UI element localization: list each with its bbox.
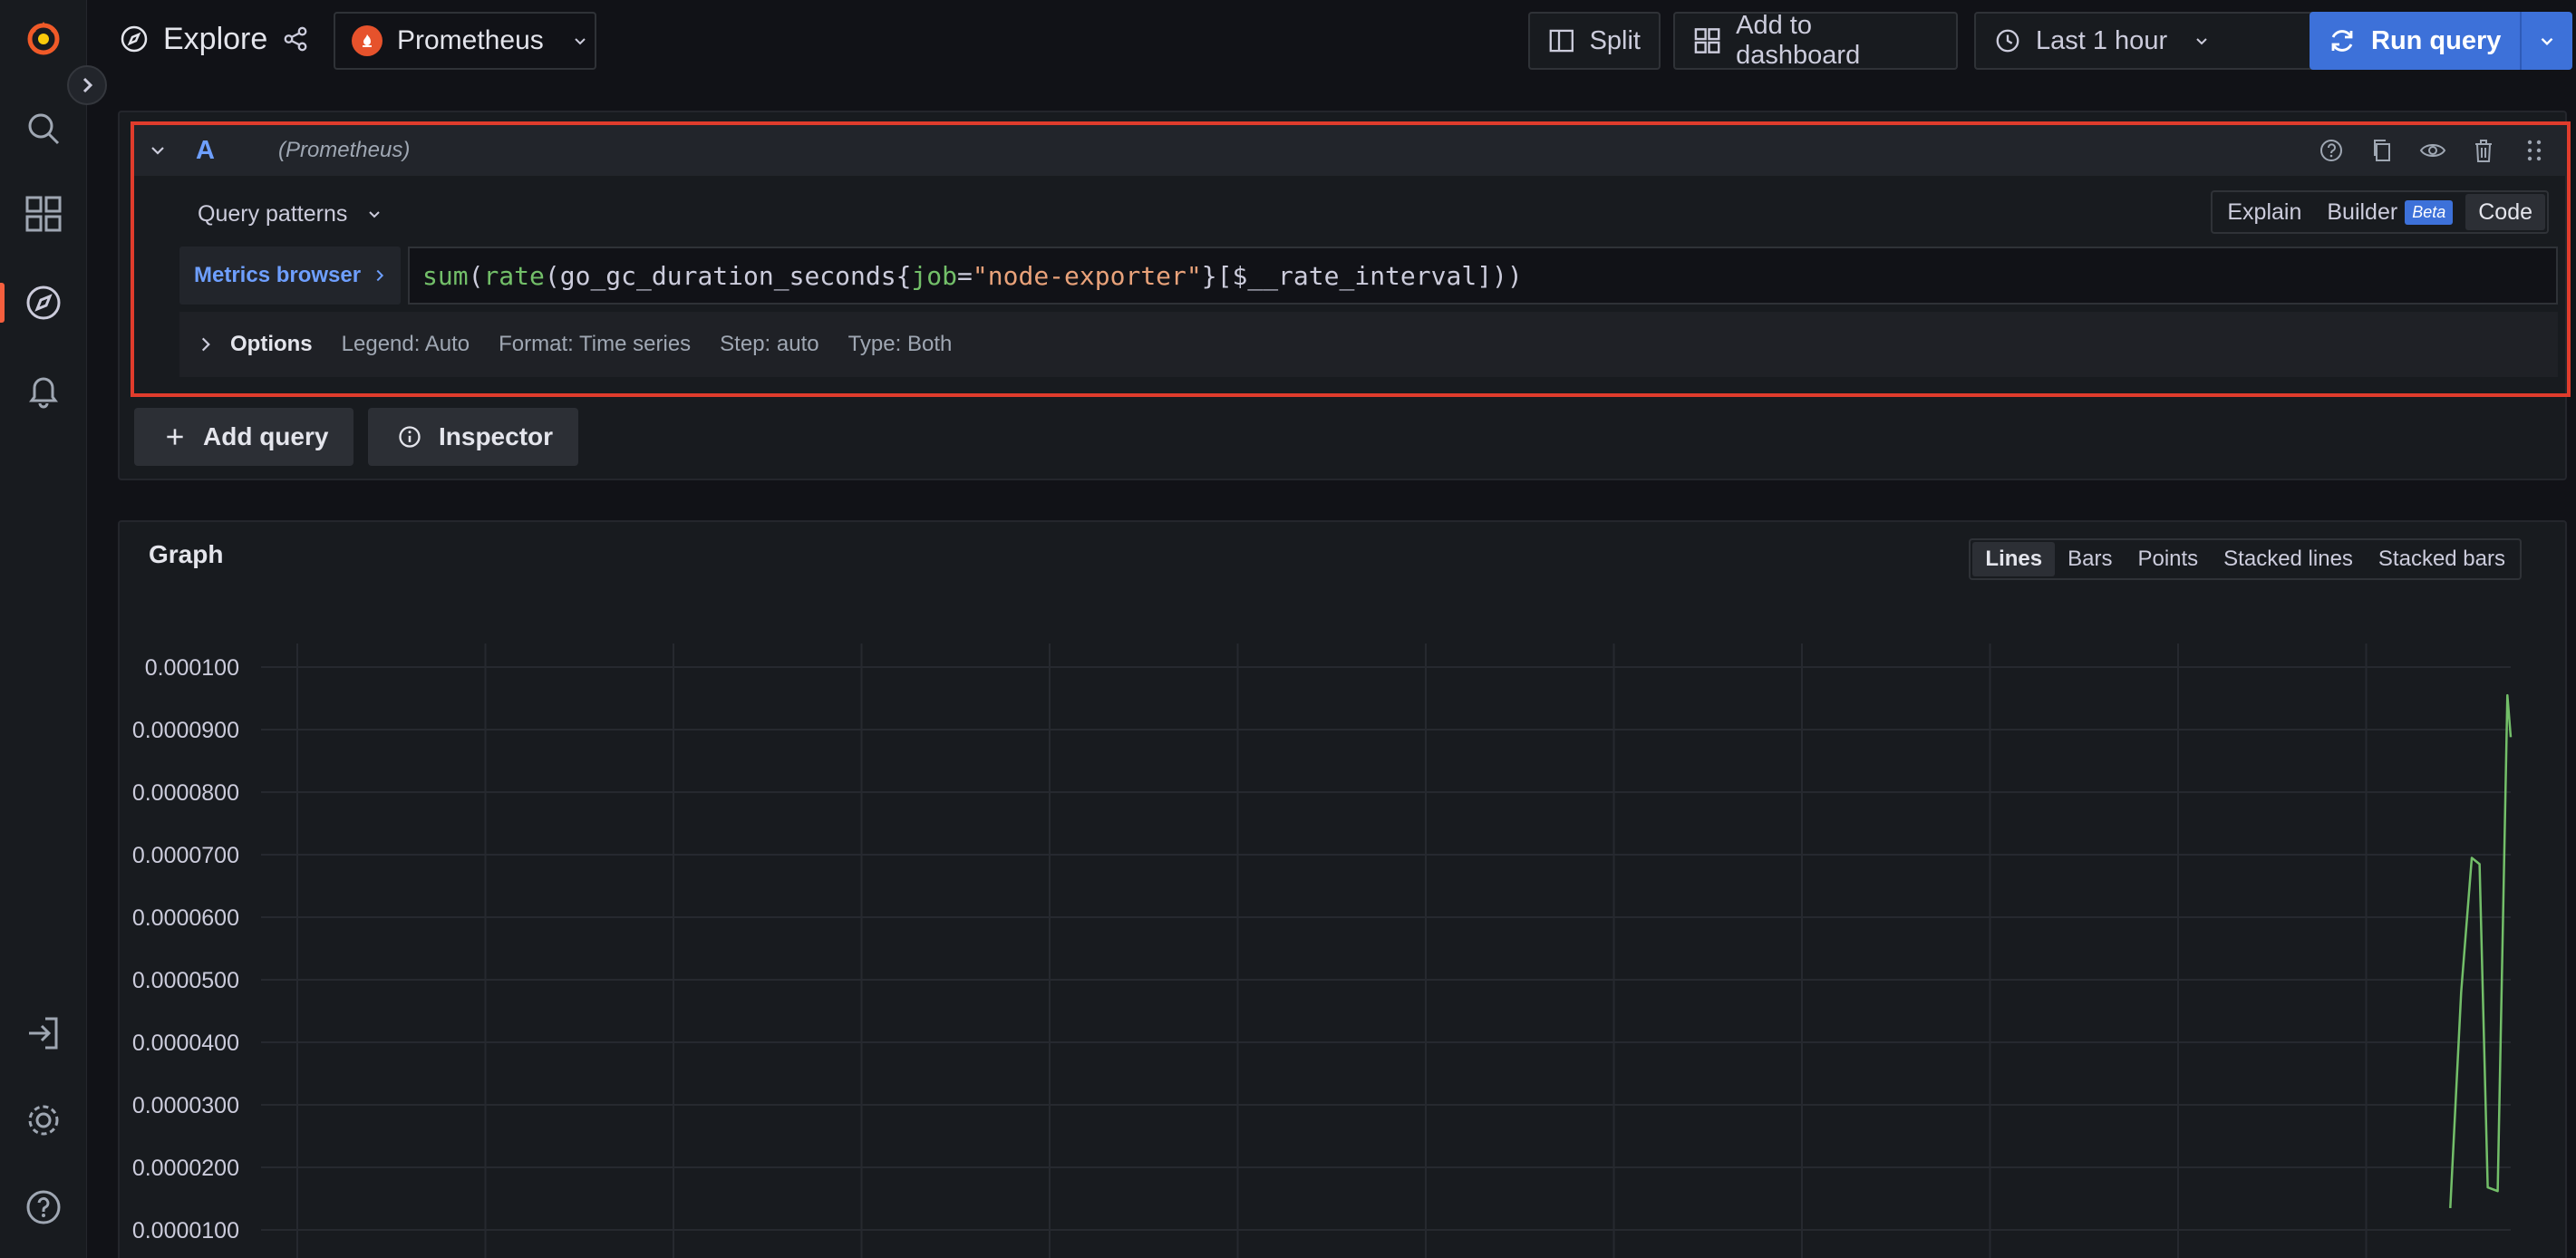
help-circle-icon[interactable] bbox=[2317, 136, 2346, 165]
collapse-chevron-icon[interactable] bbox=[147, 140, 169, 161]
apps-icon bbox=[1694, 28, 1720, 53]
expr-fn-sum: sum bbox=[422, 260, 469, 291]
clock-icon bbox=[1996, 29, 2019, 53]
time-series-chart[interactable]: 0.000100 0.0000900 0.0000800 0.0000700 0.000… bbox=[120, 522, 2569, 1258]
mode-explain[interactable]: Explain bbox=[2214, 194, 2314, 230]
mode-explain-label: Explain bbox=[2227, 198, 2302, 225]
time-range-picker[interactable]: Last 1 hour bbox=[1974, 12, 2315, 70]
y-tick-label: 0.0000200 bbox=[132, 1156, 239, 1181]
sidebar bbox=[0, 0, 107, 1258]
split-button[interactable]: Split bbox=[1528, 12, 1661, 70]
query-options-row[interactable]: Options Legend: Auto Format: Time series… bbox=[179, 312, 2558, 377]
query-row-header[interactable]: A (Prometheus) bbox=[134, 125, 2567, 176]
info-circle-icon bbox=[399, 426, 421, 448]
refresh-icon bbox=[2331, 30, 2353, 52]
mode-code-label: Code bbox=[2478, 198, 2532, 225]
run-query-options-caret[interactable] bbox=[2520, 12, 2572, 70]
expr-label-key: job bbox=[911, 260, 958, 291]
expr-label-value: "node-exporter" bbox=[972, 260, 1202, 291]
datasource-picker[interactable]: Prometheus bbox=[334, 12, 596, 70]
datasource-name: Prometheus bbox=[397, 25, 544, 55]
dashboards-icon[interactable] bbox=[16, 187, 71, 241]
add-to-dashboard-button[interactable]: Add to dashboard bbox=[1673, 11, 1958, 70]
expr-paren-1: ( bbox=[468, 260, 484, 291]
expand-sidebar-button[interactable] bbox=[67, 65, 107, 105]
query-row-a: A (Prometheus) Query patterns Explain Bu… bbox=[131, 121, 2571, 397]
y-tick-label: 0.0000700 bbox=[132, 843, 239, 868]
split-columns-icon bbox=[1549, 29, 1574, 53]
chevron-right-icon bbox=[376, 269, 384, 282]
query-datasource-hint: (Prometheus) bbox=[277, 138, 411, 162]
chevron-down-icon bbox=[575, 38, 586, 45]
active-indicator bbox=[0, 283, 5, 323]
chevron-down-icon bbox=[369, 211, 381, 218]
time-range-label: Last 1 hour bbox=[2036, 25, 2168, 55]
y-tick-label: 0.0000600 bbox=[132, 905, 239, 931]
query-patterns-dropdown[interactable]: Query patterns bbox=[198, 192, 383, 236]
share-icon[interactable] bbox=[282, 25, 309, 53]
query-patterns-label: Query patterns bbox=[198, 200, 348, 227]
metrics-browser-label: Metrics browser bbox=[194, 263, 362, 287]
plus-icon bbox=[167, 429, 183, 445]
query-ref-letter[interactable]: A bbox=[196, 136, 215, 166]
chevron-down-icon bbox=[2541, 37, 2553, 46]
drag-handle-icon[interactable] bbox=[2520, 136, 2549, 165]
page-title-text: Explore bbox=[163, 21, 268, 56]
split-label: Split bbox=[1589, 25, 1641, 55]
beta-badge: Beta bbox=[2405, 199, 2454, 225]
page-title: Explore bbox=[120, 16, 309, 62]
duplicate-query-icon[interactable] bbox=[2368, 136, 2397, 165]
run-query-button[interactable]: Run query bbox=[2310, 12, 2572, 70]
grafana-logo-icon[interactable] bbox=[16, 11, 71, 65]
run-query-label: Run query bbox=[2371, 25, 2502, 55]
trash-icon[interactable] bbox=[2469, 136, 2498, 165]
alerting-bell-icon[interactable] bbox=[16, 363, 71, 417]
top-toolbar: Explore Prometheus Split Add to dashboar… bbox=[87, 0, 2576, 82]
eye-icon[interactable] bbox=[2418, 136, 2447, 165]
chevron-right-icon bbox=[201, 337, 210, 352]
prometheus-logo-icon bbox=[352, 25, 383, 56]
y-tick-label: 0.0000500 bbox=[132, 968, 239, 993]
metrics-browser-button[interactable]: Metrics browser bbox=[179, 247, 401, 305]
settings-gear-icon[interactable] bbox=[16, 1093, 71, 1147]
options-legend: Legend: Auto bbox=[341, 332, 470, 356]
editor-mode-switch: Explain Builder Beta Code bbox=[2211, 190, 2549, 234]
mode-builder-label: Builder bbox=[2327, 198, 2398, 225]
promql-query-editor[interactable]: sum(rate (go_gc_duration_seconds{job = "nod… bbox=[408, 247, 2558, 305]
options-format: Format: Time series bbox=[499, 332, 692, 356]
y-tick-label: 0.0000400 bbox=[132, 1031, 239, 1056]
y-tick-label: 0.000100 bbox=[145, 655, 239, 681]
expr-fn-rate: rate bbox=[483, 260, 545, 291]
add-to-dashboard-label: Add to dashboard bbox=[1736, 11, 1861, 70]
mode-code[interactable]: Code bbox=[2465, 194, 2545, 230]
y-tick-label: 0.0000900 bbox=[132, 718, 239, 743]
y-tick-label: 0.0000100 bbox=[132, 1218, 239, 1243]
chevron-down-icon bbox=[2196, 38, 2207, 45]
options-type: Type: Both bbox=[847, 332, 953, 356]
graph-panel: Graph Lines Bars Points Stacked lines St… bbox=[118, 520, 2567, 1258]
series-line-0 bbox=[2449, 693, 2513, 1208]
options-step: Step: auto bbox=[720, 332, 819, 356]
expr-rest: }[$__rate_interval])) bbox=[1201, 260, 1523, 291]
chevron-right-icon bbox=[82, 77, 93, 93]
query-row-actions bbox=[2317, 136, 2549, 165]
add-query-button[interactable]: Add query bbox=[134, 408, 353, 466]
sign-in-icon[interactable] bbox=[16, 1006, 71, 1060]
expr-metric: (go_gc_duration_seconds{ bbox=[544, 260, 912, 291]
compass-icon bbox=[121, 25, 148, 53]
search-icon[interactable] bbox=[16, 102, 71, 156]
help-icon[interactable] bbox=[16, 1180, 71, 1234]
explore-icon[interactable] bbox=[16, 276, 71, 330]
grafana-explore-app: Explore Prometheus Split Add to dashboar… bbox=[0, 0, 2576, 1258]
options-label: Options bbox=[230, 332, 313, 356]
inspector-button[interactable]: Inspector bbox=[368, 408, 578, 466]
inspector-label: Inspector bbox=[439, 422, 554, 450]
mode-builder[interactable]: Builder Beta bbox=[2314, 194, 2465, 230]
expr-eq: = bbox=[957, 260, 973, 291]
y-tick-label: 0.0000300 bbox=[132, 1093, 239, 1118]
add-query-label: Add query bbox=[203, 422, 329, 450]
y-tick-label: 0.0000800 bbox=[132, 780, 239, 806]
